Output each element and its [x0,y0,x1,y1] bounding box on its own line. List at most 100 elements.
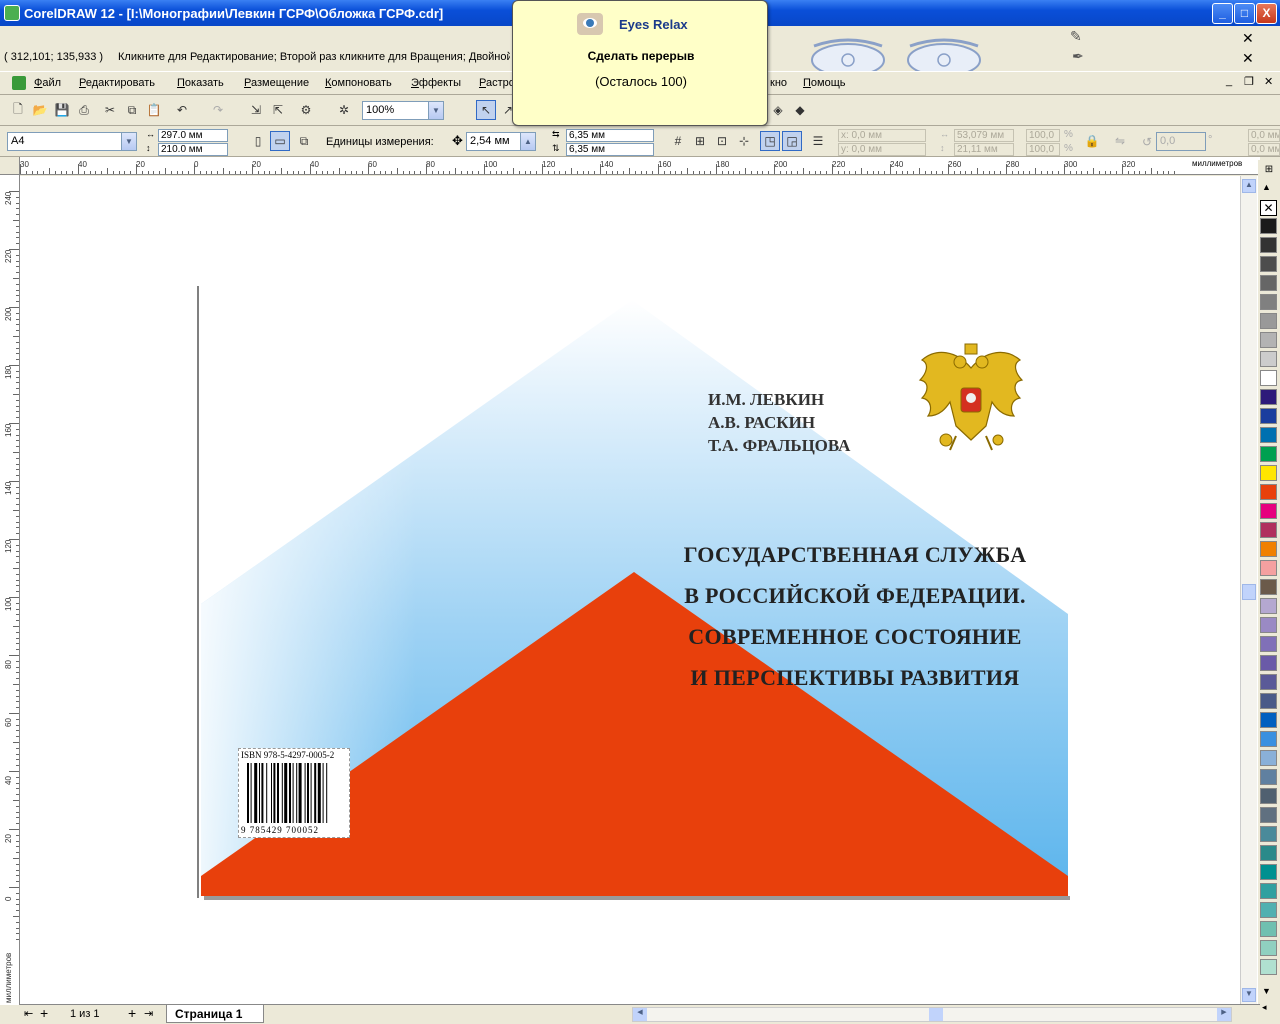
color-swatch[interactable] [1260,750,1277,766]
color-swatch[interactable] [1260,617,1277,633]
color-swatch[interactable] [1260,826,1277,842]
color-swatch[interactable] [1260,693,1277,709]
horizontal-scrollbar[interactable]: ◀ ▶ [632,1007,1232,1022]
scroll-right-button[interactable]: ▶ [1217,1008,1231,1021]
snap-grid-icon[interactable]: # [668,131,688,151]
all-pages-icon[interactable]: ⧉ [294,131,314,151]
paste-icon[interactable]: 📋 [144,100,164,120]
duplicate-x-input[interactable]: 6,35 мм [566,129,654,142]
color-swatch[interactable] [1260,503,1277,519]
treat-as-filled-icon[interactable]: ◳ [760,131,780,151]
color-swatch[interactable] [1260,883,1277,899]
mirror-icon[interactable]: ⇋ [1110,131,1130,151]
lock-ratio-icon[interactable]: 🔒 [1082,131,1102,151]
scroll-thumb[interactable] [1242,584,1256,600]
portrait-icon[interactable]: ▯ [248,131,268,151]
color-swatch[interactable] [1260,370,1277,386]
nib-icon[interactable]: ✒ [1072,48,1084,65]
last-page-button[interactable]: ⇥ [144,1007,153,1020]
nudge-offset-input[interactable]: 2,54 мм ▲ [466,132,536,151]
cut-icon[interactable]: ✂ [100,100,120,120]
zoom-level-combo[interactable]: 100% ▼ [362,101,444,120]
right-x-input[interactable]: 0,0 мм [1248,129,1280,142]
color-swatch[interactable] [1260,959,1277,975]
snap-guides-icon[interactable]: ⊞ [690,131,710,151]
vertical-scrollbar[interactable]: ▲ ▼ [1240,176,1257,1004]
paper-height-input[interactable]: 210.0 мм [158,143,228,156]
eyes-relax-notification[interactable]: Eyes Relax Сделать перерыв (Осталось 100… [512,0,768,126]
add-page-after-button[interactable]: + [128,1005,136,1021]
color-swatch[interactable] [1260,408,1277,424]
color-swatch[interactable] [1260,674,1277,690]
doc-minimize-button[interactable]: _ [1226,75,1232,87]
color-swatch[interactable] [1260,902,1277,918]
export-icon[interactable]: ⇱ [268,100,288,120]
pos-x-input[interactable]: x: 0,0 мм [838,129,926,142]
color-swatch[interactable] [1260,655,1277,671]
menu-file[interactable]: Файл [34,77,61,89]
color-swatch[interactable] [1260,807,1277,823]
isbn-barcode[interactable]: ISBN 978-5-4297-0005-2 9 785429 700052 [238,748,350,838]
first-page-button[interactable]: ⇤ [24,1007,33,1020]
color-swatch[interactable] [1260,579,1277,595]
color-swatch[interactable] [1260,389,1277,405]
menu-window[interactable]: кно [770,77,787,89]
import-icon[interactable]: ⇲ [246,100,266,120]
color-swatch[interactable] [1260,541,1277,557]
palette-scroll-up[interactable]: ▲ [1262,182,1271,192]
dynamic-guides-icon[interactable]: ⊹ [734,131,754,151]
document-icon[interactable] [12,76,26,90]
snap-objects-icon[interactable]: ⊡ [712,131,732,151]
hscroll-thumb[interactable] [929,1008,943,1021]
doc-restore-button[interactable]: ❐ [1244,75,1254,88]
color-swatch[interactable] [1260,256,1277,272]
menu-bitmaps[interactable]: Растро [479,77,515,89]
color-swatch[interactable] [1260,921,1277,937]
minimize-button[interactable]: _ [1212,3,1233,24]
palette-menu-icon[interactable]: ⊞ [1261,164,1277,180]
color-swatch[interactable] [1260,864,1277,880]
paper-width-input[interactable]: 297.0 мм [158,129,228,142]
palette-expand[interactable]: ◂ [1262,1002,1267,1013]
color-swatch[interactable] [1260,237,1277,253]
horizontal-ruler[interactable]: 30 40 20 0 20 40 60 80 100 120 140 160 180 200 220 240 2… [20,157,1260,175]
scale-h-input[interactable]: 100,0 [1026,143,1060,156]
scroll-up-button[interactable]: ▲ [1242,179,1256,193]
menu-help[interactable]: Помощь [803,77,846,89]
fill-tool-icon[interactable]: ◈ [768,100,788,120]
color-swatch[interactable] [1260,769,1277,785]
color-swatch[interactable] [1260,522,1277,538]
pen-icon[interactable]: ✎ [1070,28,1082,45]
corel-online-icon[interactable]: ✲ [334,100,354,120]
ruler-corner[interactable] [0,157,20,175]
color-swatch[interactable] [1260,940,1277,956]
palette-scroll-down[interactable]: ▼ [1262,986,1271,996]
save-icon[interactable]: 💾 [52,100,72,120]
redo-icon[interactable]: ↷ [208,100,228,120]
color-swatch[interactable] [1260,484,1277,500]
color-swatch[interactable] [1260,332,1277,348]
right-y-input[interactable]: 0,0 мм [1248,143,1280,156]
open-icon[interactable]: 📂 [30,100,50,120]
menu-layout[interactable]: Размещение [244,77,309,89]
page-tab[interactable]: Страница 1 [166,1005,264,1023]
menu-effects[interactable]: Эффекты [411,77,461,89]
app-launcher-icon[interactable]: ⚙ [296,100,316,120]
vertical-ruler[interactable]: 240 220 200 180 160 140 120 100 80 60 40 20 0 миллим… [0,175,20,1005]
copy-icon[interactable]: ⧉ [122,100,142,120]
print-icon[interactable]: ⎙ [74,100,94,120]
paper-size-combo[interactable]: A4 ▼ [7,132,137,151]
color-swatch[interactable] [1260,712,1277,728]
color-swatch[interactable] [1260,313,1277,329]
color-swatch[interactable] [1260,294,1277,310]
close-x-icon-2[interactable]: ✕ [1242,50,1254,67]
menu-view[interactable]: Показать [177,77,224,89]
rotation-angle-input[interactable]: 0,0 [1156,132,1206,151]
color-swatch[interactable] [1260,788,1277,804]
color-swatch[interactable] [1260,275,1277,291]
color-swatch[interactable] [1260,560,1277,576]
landscape-icon[interactable]: ▭ [270,131,290,151]
maximize-button[interactable]: □ [1234,3,1255,24]
color-swatch[interactable] [1260,731,1277,747]
pos-y-input[interactable]: y: 0,0 мм [838,143,926,156]
